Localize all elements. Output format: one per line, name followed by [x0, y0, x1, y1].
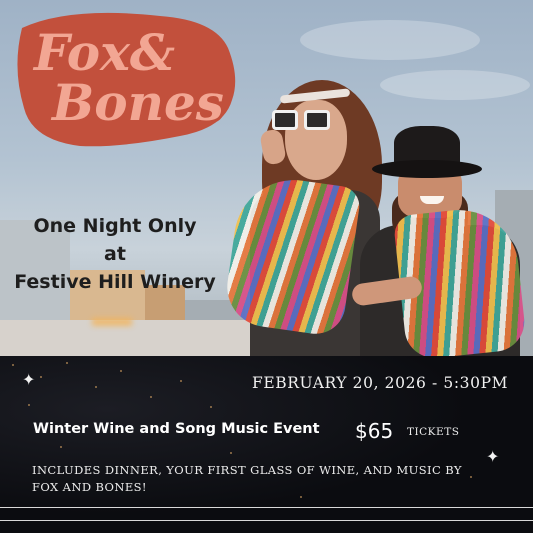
tickets-label: TICKETS: [407, 426, 460, 438]
sparkle-icon: ✦: [22, 370, 36, 389]
glitter-dot: [66, 362, 68, 364]
glitter-dot: [60, 446, 62, 448]
fox-and-bones-logo: Fox& Fox& Bones Bones: [17, 12, 236, 147]
window-light: [92, 318, 132, 326]
divider-line: [0, 507, 533, 508]
glitter-dot: [120, 370, 122, 372]
glitter-dot: [180, 380, 182, 382]
event-poster: Fox& Fox& Bones Bones One Night Only at …: [0, 0, 533, 533]
sunglasses: [272, 110, 332, 136]
glitter-dot: [12, 364, 14, 366]
event-date-time: FEBRUARY 20, 2026 - 5:30PM: [252, 374, 509, 392]
headline: One Night Only at Festive Hill Winery: [0, 212, 230, 296]
headline-line-2: at: [104, 243, 126, 265]
headline-line-3: Festive Hill Winery: [14, 271, 216, 293]
glitter-dot: [28, 404, 30, 406]
event-title: Winter Wine and Song Music Event: [33, 421, 320, 437]
fringe-shawl-left: [222, 172, 362, 338]
glitter-dot: [210, 406, 212, 408]
cloud: [380, 70, 530, 100]
glitter-dot: [300, 496, 302, 498]
glitter-dot: [230, 452, 232, 454]
logo-line-bones: Bones: [50, 73, 224, 132]
ticket-price: $65: [355, 419, 394, 443]
sparkle-icon: ✦: [486, 447, 500, 466]
cloud: [300, 20, 480, 60]
glitter-dot: [150, 396, 152, 398]
glitter-dot: [40, 376, 42, 378]
event-includes: INCLUDES DINNER, YOUR FIRST GLASS OF WIN…: [32, 463, 462, 494]
glitter-dot: [95, 386, 97, 388]
man-hat: [372, 126, 482, 186]
divider-line: [0, 520, 533, 521]
headline-line-1: One Night Only: [33, 215, 197, 237]
